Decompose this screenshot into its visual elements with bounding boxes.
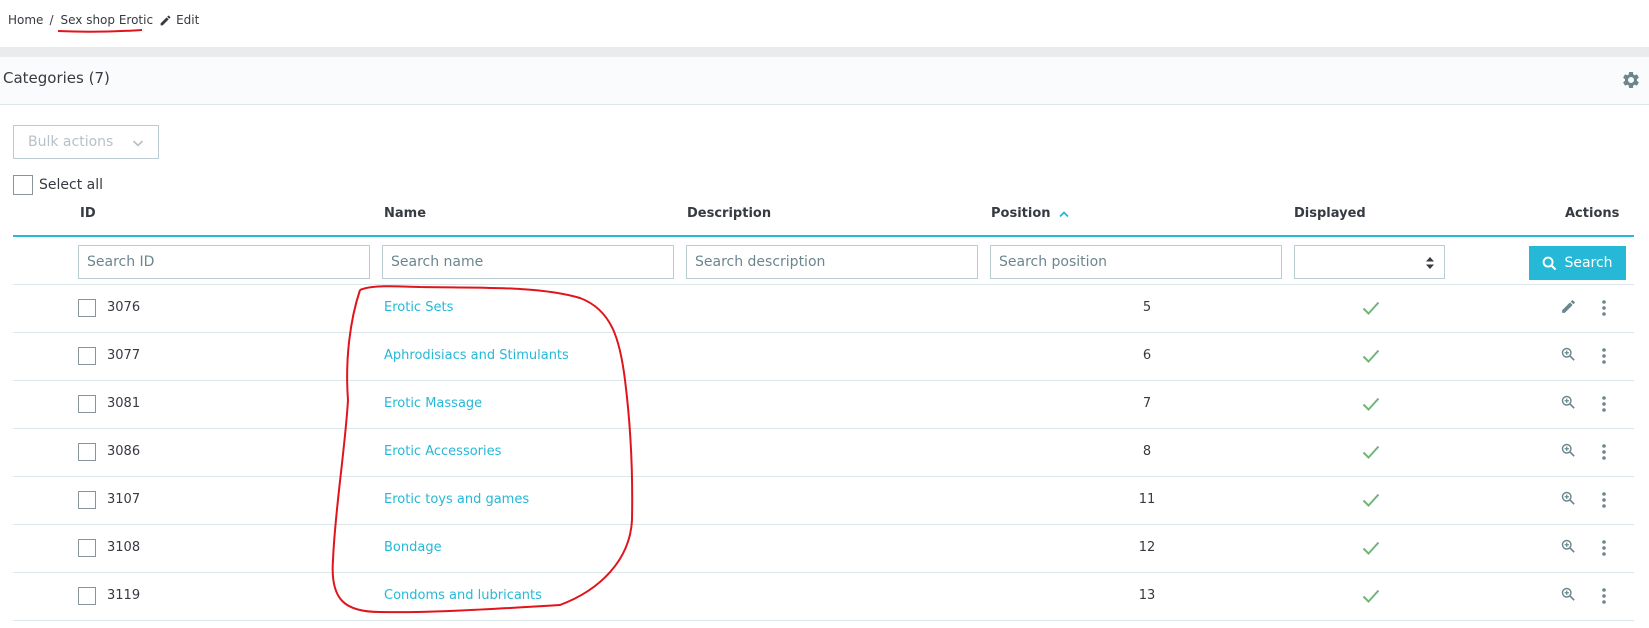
breadcrumb-home[interactable]: Home	[8, 13, 43, 27]
zoom-in-icon[interactable]	[1560, 490, 1577, 507]
pencil-icon[interactable]	[1560, 298, 1577, 315]
search-description-input[interactable]	[686, 245, 978, 279]
check-icon	[1362, 445, 1380, 459]
cell-position: 7	[1142, 396, 1152, 411]
table-row: 3081 Erotic Massage 7	[13, 381, 1634, 429]
cell-name-link[interactable]: Erotic toys and games	[384, 492, 529, 507]
table-header: ID Name Description Position Displayed A…	[13, 199, 1634, 237]
cell-id: 3081	[107, 396, 141, 411]
pencil-icon	[160, 15, 171, 25]
zoom-in-icon[interactable]	[1560, 442, 1577, 459]
cell-position: 8	[1142, 444, 1152, 459]
row-checkbox[interactable]	[78, 347, 96, 365]
kebab-icon[interactable]	[1601, 299, 1607, 317]
cell-name-link[interactable]: Condoms and lubricants	[384, 588, 542, 603]
cell-id: 3076	[107, 300, 141, 315]
search-button[interactable]: Search	[1529, 246, 1626, 280]
breadcrumb-edit-label: Edit	[176, 13, 200, 27]
check-icon	[1362, 541, 1380, 555]
zoom-in-icon[interactable]	[1560, 346, 1577, 363]
cell-name-link[interactable]: Erotic Massage	[384, 396, 482, 411]
zoom-in-icon[interactable]	[1560, 586, 1577, 603]
gear-icon[interactable]	[1621, 70, 1641, 90]
search-button-label: Search	[1564, 255, 1613, 271]
panel-title: Categories (7)	[3, 69, 110, 87]
displayed-filter-select[interactable]	[1294, 245, 1445, 279]
table-row: 3086 Erotic Accessories 8	[13, 429, 1634, 477]
cell-id: 3119	[107, 588, 141, 603]
search-position-input[interactable]	[990, 245, 1282, 279]
breadcrumb-edit[interactable]: Edit	[159, 13, 199, 27]
table-body: 3076 Erotic Sets 5 3077 Aphrodisiacs and Sti…	[13, 285, 1634, 621]
table-row: 3077 Aphrodisiacs and Stimulants 6	[13, 333, 1634, 381]
row-checkbox[interactable]	[78, 587, 96, 605]
row-checkbox[interactable]	[78, 491, 96, 509]
sort-arrows-icon	[1426, 257, 1434, 269]
cell-position: 6	[1142, 348, 1152, 363]
cell-name-link[interactable]: Erotic Sets	[384, 300, 453, 315]
cell-position: 13	[1138, 588, 1156, 603]
table-row: 3107 Erotic toys and games 11	[13, 477, 1634, 525]
check-icon	[1362, 301, 1380, 315]
kebab-icon[interactable]	[1601, 587, 1607, 605]
panel-header: Categories (7)	[0, 57, 1649, 105]
cell-id: 3108	[107, 540, 141, 555]
column-header-actions: Actions	[1565, 206, 1620, 221]
breadcrumb: Home / Sex shop Erotic Edit	[8, 13, 199, 27]
zoom-in-icon[interactable]	[1560, 394, 1577, 411]
search-icon	[1543, 256, 1557, 270]
cell-position: 11	[1138, 492, 1156, 507]
breadcrumb-current[interactable]: Sex shop Erotic	[60, 13, 153, 27]
cell-position: 5	[1142, 300, 1152, 315]
table-row: 3076 Erotic Sets 5	[13, 285, 1634, 333]
cell-id: 3077	[107, 348, 141, 363]
check-icon	[1362, 493, 1380, 507]
row-checkbox[interactable]	[78, 395, 96, 413]
kebab-icon[interactable]	[1601, 395, 1607, 413]
kebab-icon[interactable]	[1601, 491, 1607, 509]
kebab-icon[interactable]	[1601, 347, 1607, 365]
search-name-input[interactable]	[382, 245, 674, 279]
zoom-in-icon[interactable]	[1560, 538, 1577, 555]
cell-id: 3086	[107, 444, 141, 459]
bulk-actions-label: Bulk actions	[28, 134, 114, 150]
breadcrumb-separator: /	[49, 13, 54, 27]
cell-name-link[interactable]: Aphrodisiacs and Stimulants	[384, 348, 569, 363]
table-row: 3119 Condoms and lubricants 13	[13, 573, 1634, 621]
row-checkbox[interactable]	[78, 539, 96, 557]
table-row: 3108 Bondage 12	[13, 525, 1634, 573]
bulk-actions-button[interactable]: Bulk actions	[13, 125, 159, 159]
kebab-icon[interactable]	[1601, 539, 1607, 557]
column-header-position[interactable]: Position	[991, 206, 1069, 221]
select-all-checkbox[interactable]	[13, 175, 33, 195]
cell-name-link[interactable]: Bondage	[384, 540, 442, 555]
column-header-displayed[interactable]: Displayed	[1294, 206, 1366, 221]
column-header-description[interactable]: Description	[687, 206, 771, 221]
column-header-position-label: Position	[991, 206, 1051, 221]
cell-name-link[interactable]: Erotic Accessories	[384, 444, 501, 459]
check-icon	[1362, 349, 1380, 363]
cell-position: 12	[1138, 540, 1156, 555]
chevron-down-icon	[132, 140, 144, 147]
check-icon	[1362, 589, 1380, 603]
filter-row: Search	[13, 237, 1634, 285]
kebab-icon[interactable]	[1601, 443, 1607, 461]
categories-table: ID Name Description Position Displayed A…	[13, 199, 1634, 621]
column-header-id[interactable]: ID	[80, 206, 96, 221]
row-checkbox[interactable]	[78, 299, 96, 317]
search-id-input[interactable]	[78, 245, 370, 279]
header-divider	[0, 47, 1649, 57]
chevron-up-icon[interactable]	[1058, 210, 1069, 218]
annotation-underline	[57, 29, 143, 33]
column-header-name[interactable]: Name	[384, 206, 426, 221]
select-all[interactable]: Select all	[13, 175, 103, 195]
cell-id: 3107	[107, 492, 141, 507]
row-checkbox[interactable]	[78, 443, 96, 461]
check-icon	[1362, 397, 1380, 411]
select-all-label: Select all	[39, 177, 103, 193]
